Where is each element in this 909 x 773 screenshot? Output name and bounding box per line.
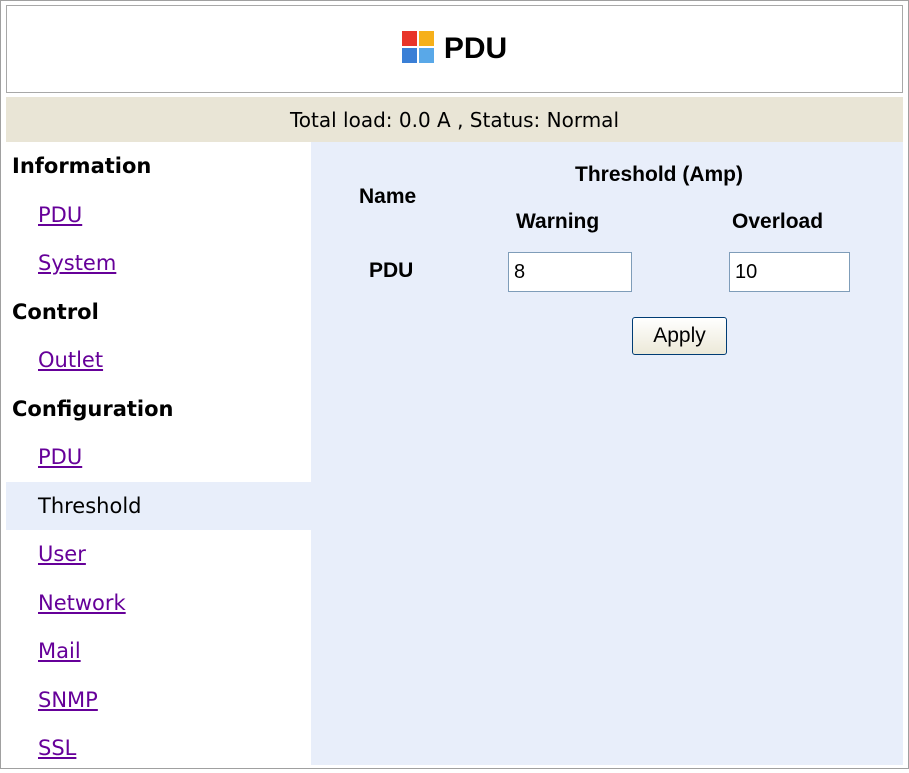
sidebar-item-ssl[interactable]: SSL: [6, 724, 311, 773]
sidebar-item-information-pdu[interactable]: PDU: [6, 191, 311, 240]
sidebar-section-control: Control: [12, 299, 99, 324]
overload-threshold-input[interactable]: [729, 252, 850, 292]
overload-column-header: Overload: [732, 210, 824, 233]
sidebar-item-user[interactable]: User: [6, 530, 311, 579]
apply-button[interactable]: Apply: [632, 317, 727, 355]
pdu-app-icon: [401, 31, 434, 63]
name-column-header: Name: [359, 185, 417, 208]
sidebar-item-configuration-pdu[interactable]: PDU: [6, 433, 311, 482]
sidebar-section-configuration: Configuration: [12, 396, 174, 421]
row-name-pdu: PDU: [369, 259, 414, 282]
sidebar-item-system[interactable]: System: [6, 239, 311, 288]
status-text: Total load: 0.0 A , Status: Normal: [289, 107, 619, 132]
page-frame: PDU Total load: 0.0 A , Status: Normal I…: [0, 0, 909, 769]
sidebar-item-threshold[interactable]: Threshold: [6, 481, 311, 530]
warning-column-header: Warning: [516, 210, 600, 233]
sidebar-item-outlet[interactable]: Outlet: [6, 336, 311, 385]
sidebar: Information PDU System Control Outlet Co…: [6, 142, 311, 765]
header: PDU: [6, 5, 903, 93]
warning-threshold-input[interactable]: [508, 252, 632, 292]
sidebar-item-snmp[interactable]: SNMP: [6, 676, 311, 725]
sidebar-section-information: Information: [12, 154, 152, 179]
page-title: PDU: [443, 32, 508, 65]
threshold-panel: Name Threshold (Amp) Warning Overload PD…: [311, 142, 903, 765]
threshold-column-header: Threshold (Amp): [575, 163, 743, 186]
status-bar: Total load: 0.0 A , Status: Normal: [6, 97, 903, 142]
sidebar-item-mail[interactable]: Mail: [6, 627, 311, 676]
sidebar-item-network[interactable]: Network: [6, 579, 311, 628]
